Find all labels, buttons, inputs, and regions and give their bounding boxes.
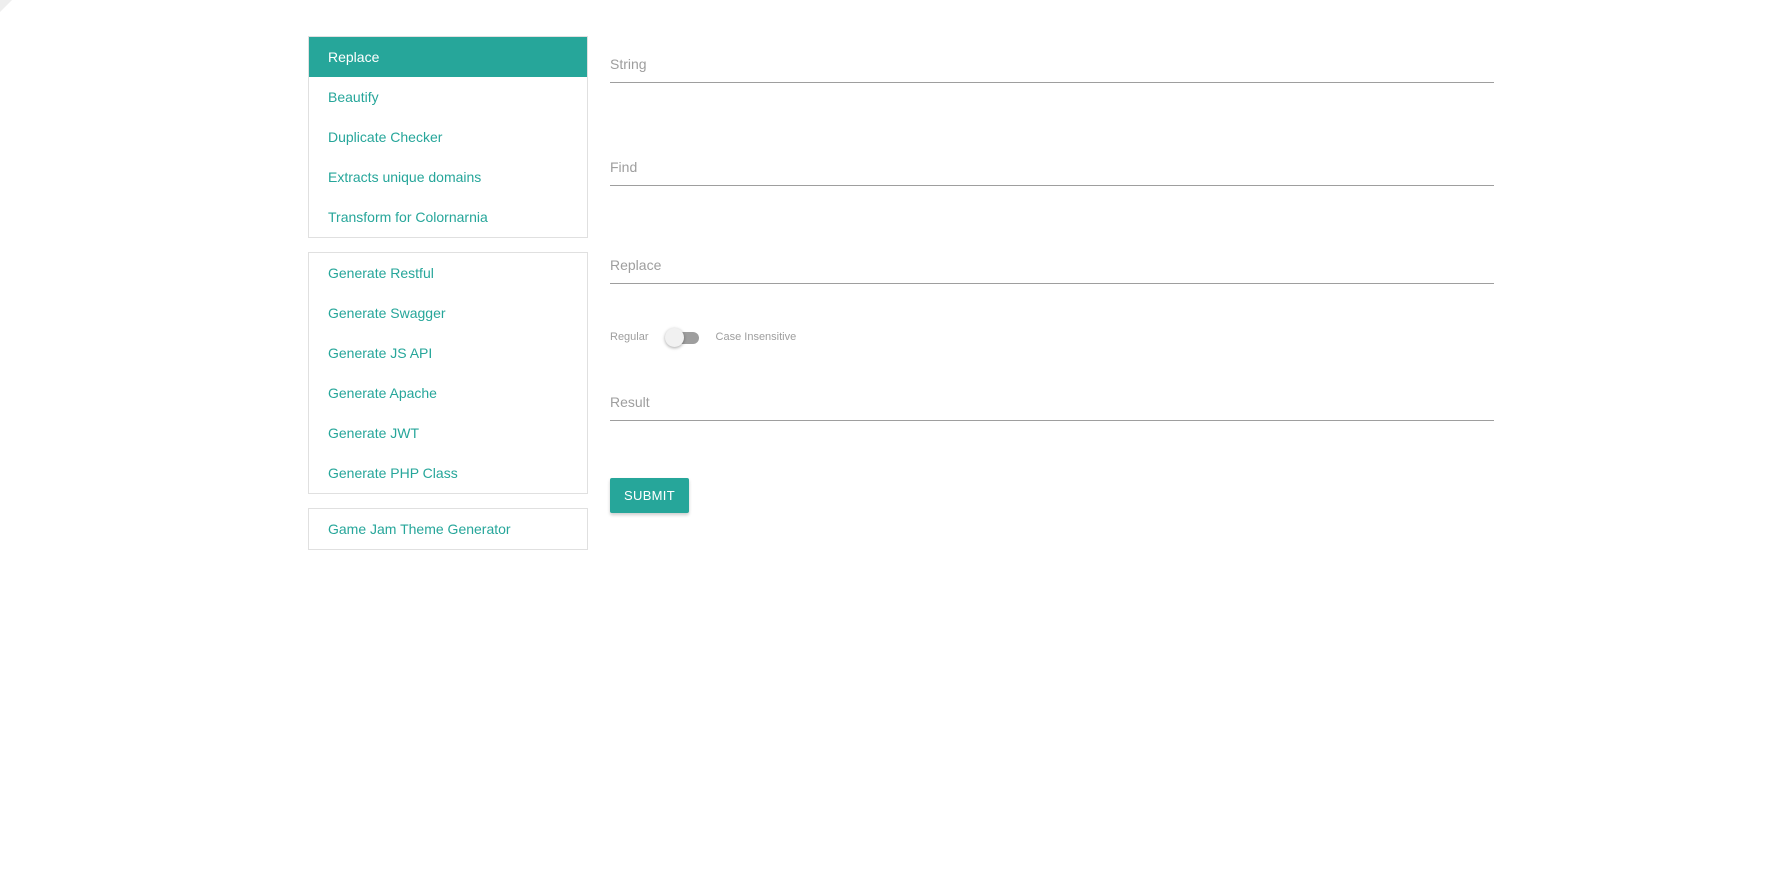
sidebar-item-duplicate-checker[interactable]: Duplicate Checker — [309, 117, 587, 157]
sidebar-item-generate-jwt[interactable]: Generate JWT — [309, 413, 587, 453]
switch-label-regular: Regular — [610, 331, 649, 343]
sidebar-item-replace[interactable]: Replace — [309, 37, 587, 77]
find-field — [610, 139, 1494, 187]
sidebar-item-game-jam-theme-generator[interactable]: Game Jam Theme Generator — [309, 509, 587, 549]
string-field — [610, 36, 1494, 84]
regex-case-switch-row: Regular Case Insensitive — [610, 327, 796, 347]
sidebar-group-games: Game Jam Theme Generator — [308, 508, 588, 550]
sidebar-item-generate-restful[interactable]: Generate Restful — [309, 253, 587, 293]
sidebar-item-generate-swagger[interactable]: Generate Swagger — [309, 293, 587, 333]
sidebar-item-generate-js-api[interactable]: Generate JS API — [309, 333, 587, 373]
replace-field — [610, 237, 1494, 285]
find-input[interactable] — [610, 139, 1494, 186]
sidebar-group-generators: Generate Restful Generate Swagger Genera… — [308, 252, 588, 494]
toggle-thumb — [664, 328, 684, 347]
sidebar-item-beautify[interactable]: Beautify — [309, 77, 587, 117]
corner-fold — [0, 0, 12, 12]
result-input[interactable] — [610, 374, 1494, 421]
replace-input[interactable] — [610, 237, 1494, 284]
case-insensitive-toggle[interactable] — [664, 327, 699, 347]
sidebar-item-generate-php-class[interactable]: Generate PHP Class — [309, 453, 587, 493]
string-input[interactable] — [610, 36, 1494, 83]
sidebar-group-text-tools: Replace Beautify Duplicate Checker Extra… — [308, 36, 588, 238]
sidebar-item-extracts-unique-domains[interactable]: Extracts unique domains — [309, 157, 587, 197]
sidebar-item-generate-apache[interactable]: Generate Apache — [309, 373, 587, 413]
sidebar-item-transform-for-colornarnia[interactable]: Transform for Colornarnia — [309, 197, 587, 237]
page: Replace Beautify Duplicate Checker Extra… — [0, 0, 1788, 894]
result-field — [610, 374, 1494, 422]
switch-label-case-insensitive: Case Insensitive — [715, 331, 797, 343]
sidebar-nav: Replace Beautify Duplicate Checker Extra… — [308, 36, 588, 564]
submit-button[interactable]: SUBMIT — [610, 478, 689, 513]
